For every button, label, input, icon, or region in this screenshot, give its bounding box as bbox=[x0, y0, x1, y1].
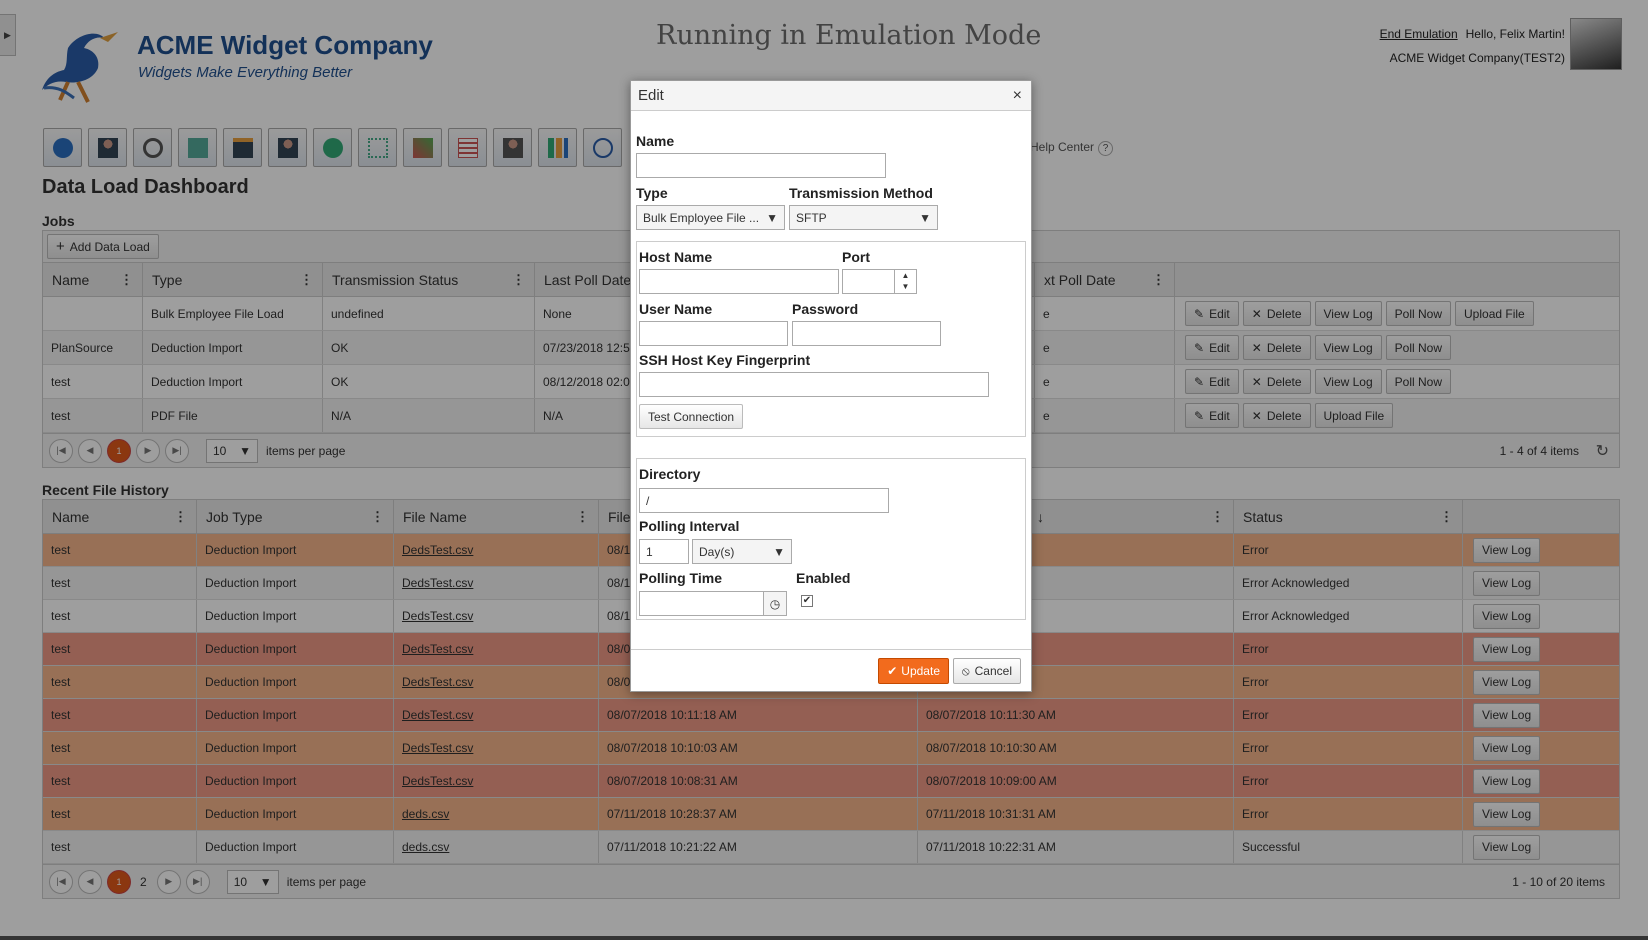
directory-label: Directory bbox=[639, 466, 701, 482]
host-label: Host Name bbox=[639, 249, 713, 265]
type-select[interactable]: Bulk Employee File ... ▼ bbox=[636, 205, 785, 230]
cancel-icon: ⦸ bbox=[961, 663, 970, 678]
interval-field[interactable]: 1 bbox=[639, 539, 689, 564]
check-icon: ✔ bbox=[887, 664, 898, 678]
chevron-down-icon: ▼ bbox=[766, 210, 778, 225]
stepper-arrows-icon: ▲ ▼ bbox=[894, 270, 916, 293]
password-label: Password bbox=[792, 301, 859, 317]
chevron-down-icon: ▼ bbox=[773, 544, 785, 559]
enabled-checkbox[interactable]: ✔ bbox=[801, 595, 813, 607]
update-button[interactable]: ✔ Update bbox=[878, 658, 949, 684]
user-field[interactable] bbox=[639, 321, 788, 346]
close-icon[interactable]: × bbox=[1013, 81, 1022, 111]
interval-unit-select[interactable]: Day(s) ▼ bbox=[692, 539, 792, 564]
cancel-button[interactable]: ⦸ Cancel bbox=[952, 658, 1021, 684]
name-label: Name bbox=[636, 133, 675, 149]
name-field[interactable] bbox=[636, 153, 886, 178]
clock-picker-icon[interactable]: ◷ bbox=[763, 591, 787, 616]
polling-time-label: Polling Time bbox=[639, 570, 722, 586]
polling-time-field[interactable] bbox=[639, 591, 764, 616]
test-connection-button[interactable]: Test Connection bbox=[639, 404, 744, 429]
ssh-label: SSH Host Key Fingerprint bbox=[639, 352, 811, 368]
port-stepper[interactable]: ▲ ▼ bbox=[842, 269, 917, 294]
type-label: Type bbox=[636, 185, 668, 201]
transmission-label: Transmission Method bbox=[789, 185, 933, 201]
dialog-titlebar: Edit × bbox=[631, 81, 1031, 111]
interval-label: Polling Interval bbox=[639, 518, 740, 534]
chevron-down-icon: ▼ bbox=[919, 210, 931, 225]
edit-dialog: Edit × Name Type Bulk Employee File ... ▼… bbox=[630, 80, 1032, 692]
user-label: User Name bbox=[639, 301, 713, 317]
ssh-fingerprint-field[interactable] bbox=[639, 372, 989, 397]
transmission-select[interactable]: SFTP ▼ bbox=[789, 205, 938, 230]
host-field[interactable] bbox=[639, 269, 839, 294]
enabled-label: Enabled bbox=[796, 570, 851, 586]
dialog-title: Edit bbox=[638, 87, 664, 104]
directory-field[interactable]: / bbox=[639, 488, 889, 513]
port-label: Port bbox=[842, 249, 870, 265]
dialog-footer: ✔ Update ⦸ Cancel bbox=[631, 649, 1031, 693]
password-field[interactable] bbox=[792, 321, 941, 346]
